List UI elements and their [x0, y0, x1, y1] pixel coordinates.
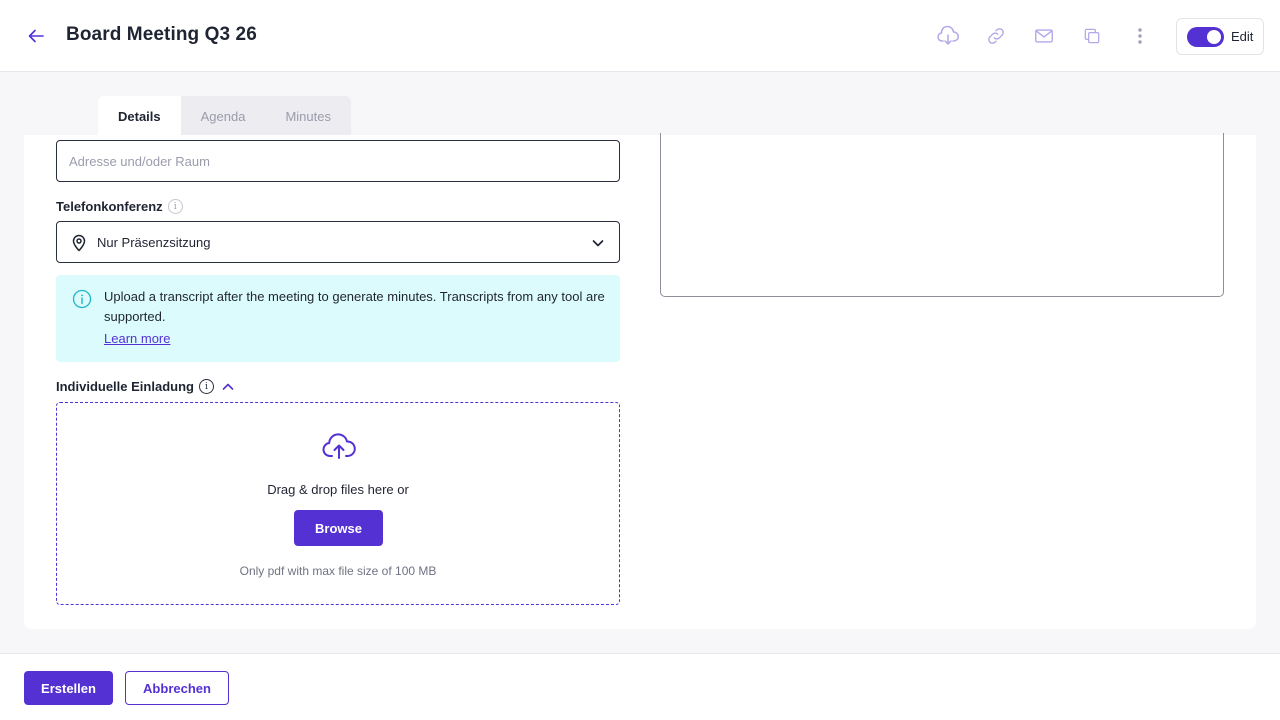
transcript-notice: Upload a transcript after the meeting to…: [56, 275, 620, 362]
edit-toggle[interactable]: [1187, 27, 1224, 47]
email-button[interactable]: [1031, 23, 1057, 49]
more-options-button[interactable]: [1127, 23, 1153, 49]
info-icon[interactable]: i: [198, 379, 214, 394]
cancel-button[interactable]: Abbrechen: [125, 671, 229, 705]
top-header: Board Meeting Q3 26 Edit: [0, 0, 1280, 72]
create-button[interactable]: Erstellen: [24, 671, 113, 705]
info-icon[interactable]: i: [167, 199, 183, 214]
toggle-knob: [1207, 30, 1221, 44]
browse-button[interactable]: Browse: [294, 510, 383, 546]
map-pin-icon: [72, 234, 86, 252]
description-textarea[interactable]: [660, 133, 1224, 297]
invitation-label: Individuelle Einladung: [56, 379, 194, 394]
back-arrow-icon: [28, 29, 44, 43]
phone-conference-select[interactable]: Nur Präsenzsitzung: [56, 221, 620, 263]
back-button[interactable]: [22, 22, 50, 50]
tab-agenda[interactable]: Agenda: [180, 96, 266, 136]
phone-conference-label: Telefonkonferenz: [56, 199, 163, 214]
notice-text: Upload a transcript after the meeting to…: [104, 289, 605, 324]
page-title: Board Meeting Q3 26: [66, 24, 257, 45]
footer-bar: Erstellen Abbrechen: [0, 653, 1280, 720]
info-circle-icon: [72, 289, 92, 309]
invitation-label-row: Individuelle Einladung i: [56, 379, 234, 394]
duplicate-button[interactable]: [1079, 23, 1105, 49]
more-vertical-icon: [1138, 28, 1142, 44]
learn-more-link[interactable]: Learn more: [104, 331, 170, 346]
phone-conference-label-row: Telefonkonferenz i: [56, 199, 183, 214]
chevron-down-icon: [592, 240, 604, 247]
copy-icon: [1084, 28, 1100, 44]
selected-value: Nur Präsenzsitzung: [97, 235, 211, 250]
cloud-upload-icon: [322, 433, 356, 459]
edit-label: Edit: [1231, 29, 1254, 44]
download-button[interactable]: [935, 23, 961, 49]
address-input[interactable]: [56, 140, 620, 182]
link-icon: [988, 28, 1004, 44]
cloud-download-icon: [937, 25, 959, 45]
chevron-up-icon[interactable]: [222, 381, 234, 393]
mail-icon: [1035, 29, 1053, 43]
edit-mode-control: Edit: [1176, 18, 1264, 55]
copy-link-button[interactable]: [983, 23, 1009, 49]
dropzone-text: Drag & drop files here or: [267, 482, 409, 497]
tab-bar: Details Agenda Minutes: [98, 96, 351, 136]
file-hint: Only pdf with max file size of 100 MB: [239, 564, 437, 578]
file-dropzone[interactable]: Drag & drop files here or Browse Only pd…: [56, 402, 620, 605]
tab-minutes[interactable]: Minutes: [265, 96, 351, 136]
tab-details[interactable]: Details: [98, 96, 181, 136]
details-panel: Telefonkonferenz i Nur Präsenzsitzung Up…: [24, 133, 1256, 629]
